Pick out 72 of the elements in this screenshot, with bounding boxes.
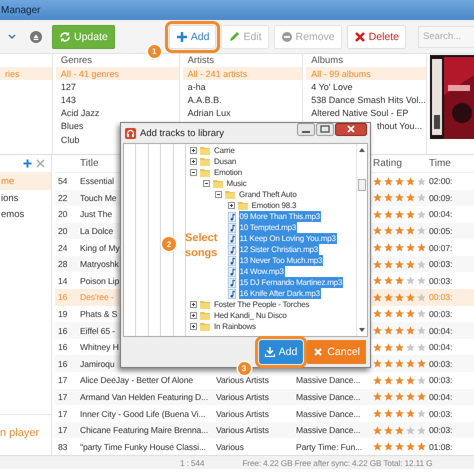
track-number: 19 xyxy=(57,308,68,319)
track-duration: 00:03: xyxy=(428,259,452,270)
track-title: King of My xyxy=(79,242,120,253)
track-number: 14 xyxy=(57,276,68,286)
track-artist: Various Artists xyxy=(215,375,269,386)
track-artist: Various Artists xyxy=(215,408,269,419)
track-count: 1 : 544 xyxy=(180,458,204,468)
column-header: Artists xyxy=(186,54,215,67)
track-duration: 00:03: xyxy=(428,308,452,319)
track-duration: 00:09: xyxy=(428,192,452,203)
track-title: "party Time Funky House Classi... xyxy=(79,442,206,452)
track-number: 83 xyxy=(57,442,68,452)
track-title: Matryoshk xyxy=(79,259,119,270)
track-number: 16 xyxy=(57,326,68,336)
track-artist: Various Artists xyxy=(215,425,269,436)
track-number: 24 xyxy=(57,242,68,253)
window-title: Manager xyxy=(1,4,40,16)
track-number: 54 xyxy=(57,176,68,186)
album-name: Massive Dance... xyxy=(295,408,360,419)
track-duration: 00:04: xyxy=(428,326,452,336)
track-title: Just The xyxy=(79,209,112,220)
track-duration: 00:05: xyxy=(428,226,452,236)
step-badge: 2 xyxy=(162,237,176,251)
track-duration: 00:04: xyxy=(428,392,452,402)
track-number: 20 xyxy=(57,226,68,236)
track-duration: 00:03: xyxy=(428,358,452,369)
track-number: 20 xyxy=(57,209,68,220)
track-duration: 00:03: xyxy=(428,408,452,419)
track-number: 17 xyxy=(57,392,68,402)
track-number: 17 xyxy=(57,425,68,436)
track-number: 17 xyxy=(57,375,68,386)
album-name: Party Time: Fun... xyxy=(295,442,362,452)
track-duration: 02:00: xyxy=(428,176,452,186)
track-artist: Various Artists xyxy=(215,392,269,402)
track-duration: 00:03: xyxy=(428,292,452,302)
storage-info: Free: 4.22 GB Free after sync: 4.22 GB Total: 12.11 G xyxy=(242,458,432,468)
track-title: La Dolce xyxy=(79,226,114,236)
track-title: Touch Me xyxy=(79,192,116,203)
track-title: Inner City - Good Life (Buena Vi... xyxy=(79,408,206,419)
track-number: 16 xyxy=(57,292,68,302)
track-title: Whitney H xyxy=(79,342,119,352)
track-number: 17 xyxy=(57,408,68,419)
track-title: Phats & S xyxy=(79,308,118,319)
track-duration: 00:03: xyxy=(428,375,452,386)
track-title: Armand Van Helden Featuring D... xyxy=(79,392,208,402)
album-name: Massive Dance... xyxy=(295,392,360,402)
track-number: 28 xyxy=(57,259,68,270)
track-title: Des'ree - xyxy=(79,292,114,302)
track-duration: 00:03: xyxy=(428,276,452,286)
track-title: Chicane Featuring Maire Brenna... xyxy=(79,425,208,436)
track-number: 16 xyxy=(57,342,68,352)
step-caption: Select songs xyxy=(185,231,218,261)
step-badge: 1 xyxy=(148,44,161,58)
track-title: Alice DeeJay - Better Of Alone xyxy=(79,375,194,386)
album-name: Massive Dance... xyxy=(295,375,360,386)
track-duration: 01:08: xyxy=(428,442,452,452)
track-title: Poison Lip xyxy=(79,276,120,286)
track-title: Jamiroqu xyxy=(79,358,115,369)
column-header: Albums xyxy=(310,54,344,67)
track-number: 16 xyxy=(57,358,68,369)
step-badge: 3 xyxy=(238,362,251,375)
track-duration: 00:03: xyxy=(428,425,452,436)
dialog-title: Add tracks to library xyxy=(140,128,224,138)
album-name: Massive Dance... xyxy=(295,425,360,436)
track-duration: 00:04: xyxy=(428,342,452,352)
track-artist: Various xyxy=(215,442,244,452)
column-header: Genres xyxy=(60,54,94,67)
track-duration: 00:04: xyxy=(428,209,452,220)
track-duration: 00:07: xyxy=(428,242,452,253)
track-title: Eiffel 65 - xyxy=(79,326,116,336)
track-title: Essential xyxy=(79,176,114,186)
track-number: 22 xyxy=(57,192,68,203)
